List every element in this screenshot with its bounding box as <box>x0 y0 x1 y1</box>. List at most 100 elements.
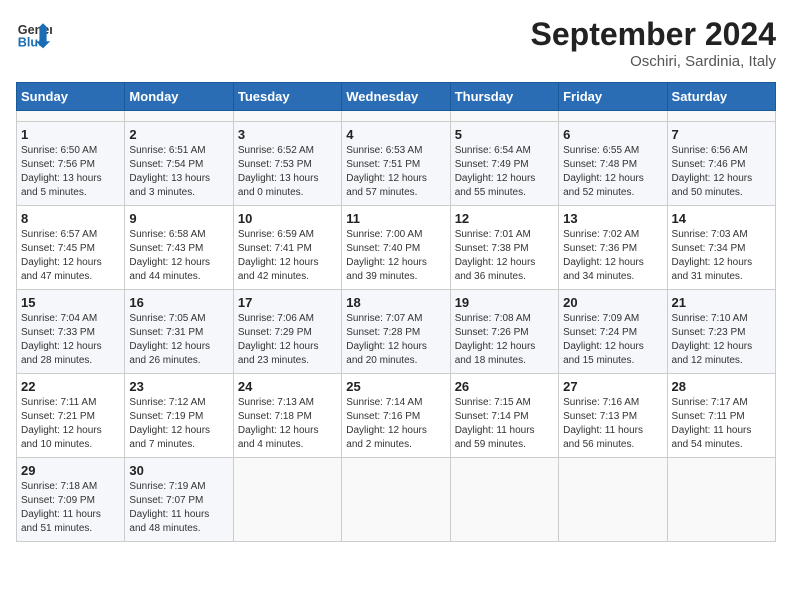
day-number: 16 <box>129 295 228 310</box>
calendar-day-cell: 26Sunrise: 7:15 AM Sunset: 7:14 PM Dayli… <box>450 374 558 458</box>
calendar-day-cell: 15Sunrise: 7:04 AM Sunset: 7:33 PM Dayli… <box>17 290 125 374</box>
day-number: 10 <box>238 211 337 226</box>
calendar-day-cell: 16 Sunrise: 7:05 AM Sunset: 7:31 PM Dayli… <box>125 290 233 374</box>
day-number: 13 <box>563 211 662 226</box>
day-number: 3 <box>238 127 337 142</box>
day-info: Sunrise: 6:54 AM Sunset: 7:49 PM Dayligh… <box>455 144 554 200</box>
calendar-day-cell <box>450 111 558 122</box>
calendar-header-row: SundayMondayTuesdayWednesdayThursdayFrid… <box>17 83 776 111</box>
day-info: Sunrise: 7:11 AM Sunset: 7:21 PM Dayligh… <box>21 396 120 452</box>
day-number: 30 <box>129 463 228 478</box>
day-number: 27 <box>563 379 662 394</box>
day-info: Sunrise: 7:17 AM Sunset: 7:11 PM Dayligh… <box>672 396 771 452</box>
day-number: 5 <box>455 127 554 142</box>
calendar-day-cell: 4 Sunrise: 6:53 AM Sunset: 7:51 PM Daylig… <box>342 122 450 206</box>
day-number: 23 <box>129 379 228 394</box>
day-info: Sunrise: 7:01 AM Sunset: 7:38 PM Dayligh… <box>455 228 554 284</box>
day-info: Sunrise: 6:50 AM Sunset: 7:56 PM Dayligh… <box>21 144 120 200</box>
page-header: General Blue September 2024 Oschiri, Sar… <box>16 16 776 70</box>
calendar-day-cell <box>233 111 341 122</box>
calendar-day-cell: 29 Sunrise: 7:18 AM Sunset: 7:09 PM Dayli… <box>17 458 125 542</box>
logo-icon: General Blue <box>16 16 52 52</box>
calendar-day-cell: 28 Sunrise: 7:17 AM Sunset: 7:11 PM Dayli… <box>667 374 775 458</box>
calendar-week-row: 8 Sunrise: 6:57 AM Sunset: 7:45 PM Daylig… <box>17 206 776 290</box>
calendar-day-cell: 23Sunrise: 7:12 AM Sunset: 7:19 PM Dayli… <box>125 374 233 458</box>
day-info: Sunrise: 7:13 AM Sunset: 7:18 PM Dayligh… <box>238 396 337 452</box>
day-number: 4 <box>346 127 445 142</box>
day-info: Sunrise: 7:07 AM Sunset: 7:28 PM Dayligh… <box>346 312 445 368</box>
column-header-friday: Friday <box>559 83 667 111</box>
day-info: Sunrise: 7:04 AM Sunset: 7:33 PM Dayligh… <box>21 312 120 368</box>
day-info: Sunrise: 6:51 AM Sunset: 7:54 PM Dayligh… <box>129 144 228 200</box>
day-info: Sunrise: 7:00 AM Sunset: 7:40 PM Dayligh… <box>346 228 445 284</box>
day-number: 12 <box>455 211 554 226</box>
title-block: September 2024 Oschiri, Sardinia, Italy <box>531 16 776 70</box>
day-number: 7 <box>672 127 771 142</box>
calendar-day-cell <box>559 111 667 122</box>
column-header-tuesday: Tuesday <box>233 83 341 111</box>
day-number: 17 <box>238 295 337 310</box>
day-info: Sunrise: 6:56 AM Sunset: 7:46 PM Dayligh… <box>672 144 771 200</box>
calendar-day-cell: 12 Sunrise: 7:01 AM Sunset: 7:38 PM Dayli… <box>450 206 558 290</box>
day-info: Sunrise: 7:18 AM Sunset: 7:09 PM Dayligh… <box>21 480 120 536</box>
day-number: 18 <box>346 295 445 310</box>
calendar-day-cell: 11Sunrise: 7:00 AM Sunset: 7:40 PM Dayli… <box>342 206 450 290</box>
calendar-week-row <box>17 111 776 122</box>
day-number: 20 <box>563 295 662 310</box>
calendar-day-cell <box>125 111 233 122</box>
day-number: 6 <box>563 127 662 142</box>
calendar-day-cell: 2 Sunrise: 6:51 AM Sunset: 7:54 PM Daylig… <box>125 122 233 206</box>
calendar-day-cell <box>17 111 125 122</box>
calendar-day-cell <box>667 111 775 122</box>
calendar-day-cell: 18 Sunrise: 7:07 AM Sunset: 7:28 PM Dayli… <box>342 290 450 374</box>
column-header-monday: Monday <box>125 83 233 111</box>
day-number: 29 <box>21 463 120 478</box>
day-number: 25 <box>346 379 445 394</box>
calendar-day-cell: 17 Sunrise: 7:06 AM Sunset: 7:29 PM Dayli… <box>233 290 341 374</box>
calendar-day-cell: 14 Sunrise: 7:03 AM Sunset: 7:34 PM Dayli… <box>667 206 775 290</box>
calendar-day-cell: 27 Sunrise: 7:16 AM Sunset: 7:13 PM Dayli… <box>559 374 667 458</box>
calendar-day-cell: 25Sunrise: 7:14 AM Sunset: 7:16 PM Dayli… <box>342 374 450 458</box>
column-header-thursday: Thursday <box>450 83 558 111</box>
day-number: 24 <box>238 379 337 394</box>
day-info: Sunrise: 7:02 AM Sunset: 7:36 PM Dayligh… <box>563 228 662 284</box>
day-number: 19 <box>455 295 554 310</box>
column-header-sunday: Sunday <box>17 83 125 111</box>
day-info: Sunrise: 7:19 AM Sunset: 7:07 PM Dayligh… <box>129 480 228 536</box>
day-number: 1 <box>21 127 120 142</box>
calendar-table: SundayMondayTuesdayWednesdayThursdayFrid… <box>16 82 776 542</box>
column-header-wednesday: Wednesday <box>342 83 450 111</box>
day-info: Sunrise: 6:57 AM Sunset: 7:45 PM Dayligh… <box>21 228 120 284</box>
calendar-day-cell: 19Sunrise: 7:08 AM Sunset: 7:26 PM Dayli… <box>450 290 558 374</box>
column-header-saturday: Saturday <box>667 83 775 111</box>
day-number: 8 <box>21 211 120 226</box>
calendar-day-cell: 22Sunrise: 7:11 AM Sunset: 7:21 PM Dayli… <box>17 374 125 458</box>
calendar-day-cell <box>233 458 341 542</box>
calendar-week-row: 15Sunrise: 7:04 AM Sunset: 7:33 PM Dayli… <box>17 290 776 374</box>
day-info: Sunrise: 6:52 AM Sunset: 7:53 PM Dayligh… <box>238 144 337 200</box>
day-number: 28 <box>672 379 771 394</box>
calendar-day-cell: 5 Sunrise: 6:54 AM Sunset: 7:49 PM Daylig… <box>450 122 558 206</box>
day-info: Sunrise: 7:06 AM Sunset: 7:29 PM Dayligh… <box>238 312 337 368</box>
logo: General Blue <box>16 16 52 52</box>
day-number: 26 <box>455 379 554 394</box>
calendar-day-cell: 13 Sunrise: 7:02 AM Sunset: 7:36 PM Dayli… <box>559 206 667 290</box>
day-info: Sunrise: 7:16 AM Sunset: 7:13 PM Dayligh… <box>563 396 662 452</box>
day-info: Sunrise: 7:05 AM Sunset: 7:31 PM Dayligh… <box>129 312 228 368</box>
calendar-day-cell: 7 Sunrise: 6:56 AM Sunset: 7:46 PM Daylig… <box>667 122 775 206</box>
calendar-day-cell: 8 Sunrise: 6:57 AM Sunset: 7:45 PM Daylig… <box>17 206 125 290</box>
calendar-day-cell: 6Sunrise: 6:55 AM Sunset: 7:48 PM Daylig… <box>559 122 667 206</box>
calendar-day-cell: 9Sunrise: 6:58 AM Sunset: 7:43 PM Daylig… <box>125 206 233 290</box>
day-number: 9 <box>129 211 228 226</box>
month-title: September 2024 <box>531 16 776 53</box>
day-number: 14 <box>672 211 771 226</box>
day-number: 2 <box>129 127 228 142</box>
calendar-day-cell: 30 Sunrise: 7:19 AM Sunset: 7:07 PM Dayli… <box>125 458 233 542</box>
day-number: 21 <box>672 295 771 310</box>
day-info: Sunrise: 6:59 AM Sunset: 7:41 PM Dayligh… <box>238 228 337 284</box>
calendar-day-cell: 10 Sunrise: 6:59 AM Sunset: 7:41 PM Dayli… <box>233 206 341 290</box>
calendar-day-cell: 1 Sunrise: 6:50 AM Sunset: 7:56 PM Daylig… <box>17 122 125 206</box>
calendar-day-cell: 20Sunrise: 7:09 AM Sunset: 7:24 PM Dayli… <box>559 290 667 374</box>
day-info: Sunrise: 6:53 AM Sunset: 7:51 PM Dayligh… <box>346 144 445 200</box>
day-info: Sunrise: 7:03 AM Sunset: 7:34 PM Dayligh… <box>672 228 771 284</box>
